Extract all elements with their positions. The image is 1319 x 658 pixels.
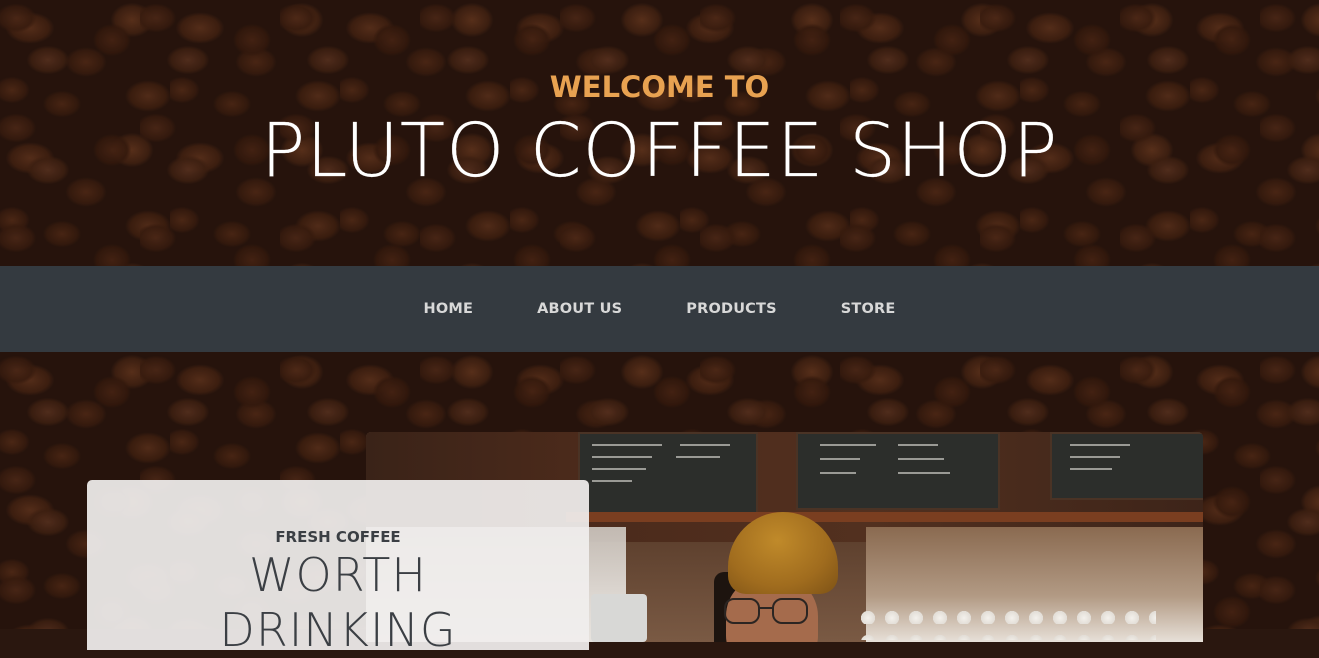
nav-link-home[interactable]: HOME: [424, 295, 474, 323]
menu-chalkboard: [796, 432, 1000, 510]
site-title: PLUTO COFFEE SHOP: [260, 108, 1059, 194]
intro-heading-line-1: WORTH: [249, 548, 427, 602]
hero-heading: WELCOME TO PLUTO COFFEE SHOP: [0, 0, 1319, 266]
welcome-subtitle: WELCOME TO: [549, 70, 770, 104]
intro-subheading: FRESH COFFEE: [275, 528, 401, 546]
glasses: [724, 598, 814, 624]
nav-item-home: HOME: [424, 295, 474, 323]
intro-heading-line-2: DRINKING: [219, 603, 457, 658]
register: [591, 594, 647, 642]
nav-link-about-us[interactable]: ABOUT US: [537, 295, 622, 323]
nav-link-products[interactable]: PRODUCTS: [686, 295, 777, 323]
nav-list: HOME ABOUT US PRODUCTS STORE: [0, 266, 1319, 352]
nav-link-store[interactable]: STORE: [841, 295, 896, 323]
beanie: [728, 512, 838, 594]
menu-chalkboard: [578, 432, 758, 518]
cups-decoration: [856, 600, 1156, 640]
main-navigation: HOME ABOUT US PRODUCTS STORE: [0, 266, 1319, 352]
nav-item-about-us: ABOUT US: [537, 295, 622, 323]
intro-heading: WORTH DRINKING: [87, 548, 589, 658]
nav-item-store: STORE: [841, 295, 896, 323]
menu-chalkboard: [1050, 432, 1203, 500]
nav-item-products: PRODUCTS: [686, 295, 777, 323]
barista: [706, 512, 866, 642]
intro-card: FRESH COFFEE WORTH DRINKING: [87, 480, 589, 657]
